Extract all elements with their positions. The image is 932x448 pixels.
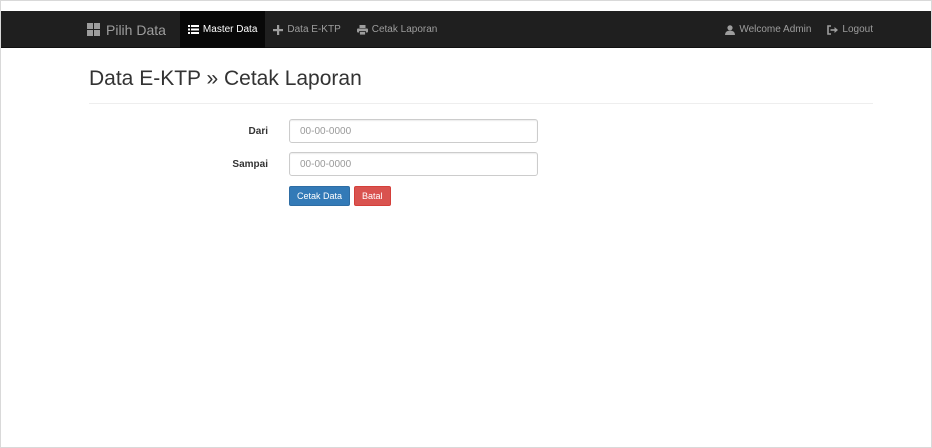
- nav-item-data-ektp[interactable]: Data E-KTP: [265, 11, 348, 48]
- nav-item-logout[interactable]: Logout: [819, 11, 881, 48]
- user-icon: [725, 24, 736, 35]
- nav-item-label: Welcome Admin: [739, 24, 812, 35]
- nav-item-label: Cetak Laporan: [371, 24, 438, 35]
- top-navbar: Pilih Data Master Data Data E-KTP Cetak …: [1, 11, 931, 48]
- plus-icon: [273, 24, 284, 35]
- dari-input[interactable]: [289, 119, 538, 143]
- nav-item-label: Logout: [842, 24, 873, 35]
- cetak-data-button[interactable]: Cetak Data: [289, 186, 351, 206]
- nav-item-cetak-laporan[interactable]: Cetak Laporan: [349, 11, 446, 48]
- sampai-label: Sampai: [232, 158, 268, 170]
- list-icon: [187, 25, 199, 34]
- nav-item-welcome-admin[interactable]: Welcome Admin: [717, 11, 819, 48]
- logout-icon: [827, 24, 839, 35]
- nav-item-label: Master Data: [202, 24, 258, 35]
- nav-item-master-data[interactable]: Master Data: [179, 11, 266, 48]
- navbar-brand-label: Pilih Data: [106, 21, 166, 38]
- dari-label: Dari: [248, 125, 268, 137]
- print-icon: [356, 24, 368, 35]
- batal-button[interactable]: Batal: [354, 186, 391, 206]
- navbar-inner: Pilih Data Master Data Data E-KTP Cetak …: [81, 11, 881, 48]
- grid-icon: [87, 23, 100, 36]
- form-row-dari: Dari: [1, 119, 931, 143]
- sampai-input[interactable]: [289, 152, 538, 176]
- navbar-brand[interactable]: Pilih Data: [81, 11, 172, 48]
- title-divider: [89, 103, 873, 104]
- nav-item-label: Data E-KTP: [287, 24, 341, 35]
- app-window: Pilih Data Master Data Data E-KTP Cetak …: [0, 0, 932, 448]
- form-actions: Cetak Data Batal: [289, 186, 391, 206]
- page-title: Data E-KTP » Cetak Laporan: [89, 67, 362, 90]
- form-row-sampai: Sampai: [1, 152, 931, 176]
